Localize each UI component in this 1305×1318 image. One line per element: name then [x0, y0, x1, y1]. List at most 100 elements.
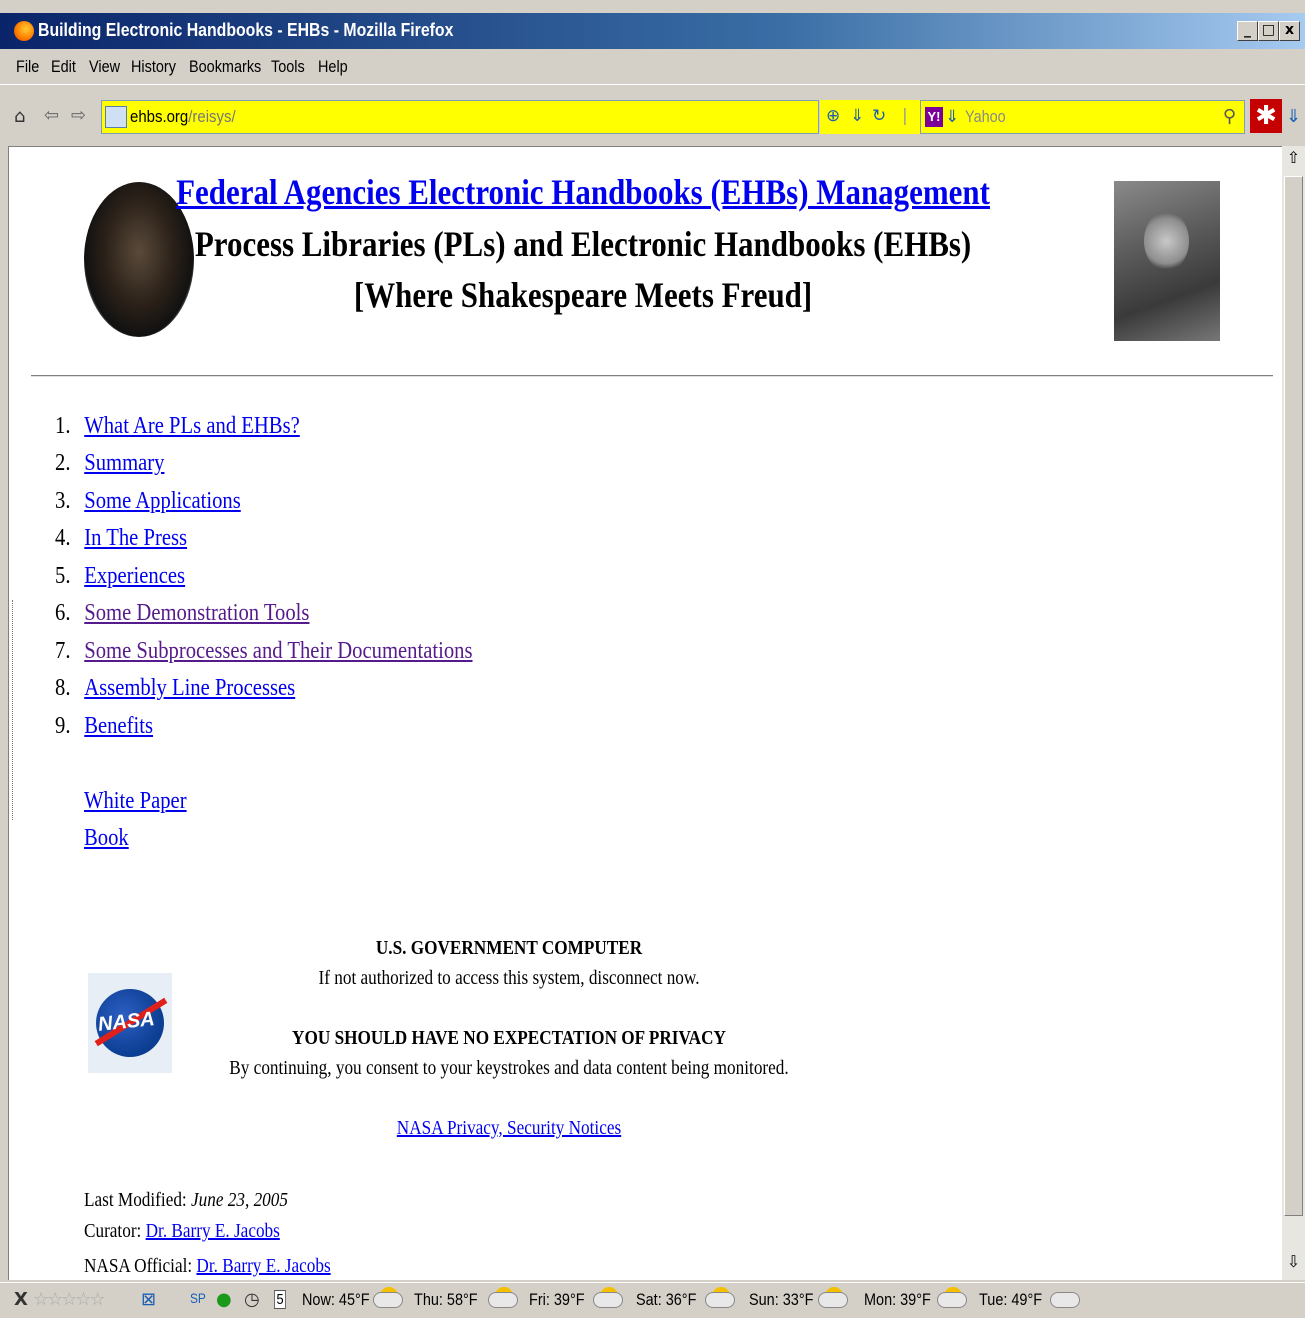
- bookmark-add-icon[interactable]: ⊕: [826, 106, 840, 126]
- menu-file[interactable]: File: [16, 57, 39, 77]
- toc-item: 5. Experiences: [55, 563, 185, 593]
- privacy-warning: By continuing, you consent to your keyst…: [229, 1057, 789, 1079]
- toc-item: 1. What Are PLs and EHBs?: [55, 413, 300, 443]
- scroll-up-icon[interactable]: ⇧: [1284, 148, 1303, 168]
- status-close-icon[interactable]: X: [14, 1289, 28, 1310]
- toc-link[interactable]: Some Demonstration Tools: [84, 600, 309, 626]
- page-favicon-icon: [105, 106, 127, 128]
- addon-star-button[interactable]: ✱: [1250, 99, 1282, 133]
- page-content: Federal Agencies Electronic Handbooks (E…: [8, 146, 1282, 1280]
- address-bar-tools: ⊕ ⇓ ↻ |: [820, 100, 920, 134]
- menu-help[interactable]: Help: [318, 57, 348, 77]
- back-icon[interactable]: ⇦: [44, 105, 59, 126]
- menu-bar: File Edit View History Bookmarks Tools H…: [0, 52, 1305, 82]
- clock-icon[interactable]: ◷: [244, 1289, 260, 1310]
- menu-edit[interactable]: Edit: [51, 57, 76, 77]
- search-icon[interactable]: ⚲: [1223, 106, 1236, 127]
- toc-item: 7. Some Subprocesses and Their Documentat…: [55, 638, 473, 668]
- menu-bookmarks[interactable]: Bookmarks: [189, 57, 261, 77]
- page-title-link[interactable]: Federal Agencies Electronic Handbooks (E…: [9, 171, 1157, 213]
- sidebar-grip[interactable]: [12, 600, 15, 820]
- addon-x-icon[interactable]: ⊠: [141, 1289, 156, 1310]
- menu-history[interactable]: History: [131, 57, 176, 77]
- curator: Curator: Dr. Barry E. Jacobs: [84, 1220, 280, 1243]
- sp-badge[interactable]: SP: [190, 1290, 206, 1306]
- toc-item: 9. Benefits: [55, 713, 153, 743]
- calendar-icon[interactable]: 5: [274, 1290, 287, 1309]
- menu-view[interactable]: View: [89, 57, 120, 77]
- address-path: /reisys/: [188, 107, 236, 126]
- toc-number: 6.: [55, 600, 71, 626]
- toc-link[interactable]: Benefits: [84, 713, 153, 739]
- address-host: ehbs.org: [130, 107, 189, 126]
- menu-tools[interactable]: Tools: [271, 57, 305, 77]
- toc-number: 7.: [55, 638, 71, 664]
- scroll-down-icon[interactable]: ⇩: [1284, 1252, 1303, 1272]
- yahoo-engine-icon[interactable]: Y!: [925, 107, 943, 127]
- weather-sun[interactable]: Sun: 33°F: [749, 1290, 813, 1310]
- toc-item: 8. Assembly Line Processes: [55, 675, 295, 705]
- cloud-icon: [705, 1292, 735, 1308]
- curator-label: Curator:: [84, 1220, 142, 1242]
- scroll-thumb[interactable]: [1284, 176, 1303, 1216]
- book-link[interactable]: Book: [84, 825, 129, 852]
- toc-link[interactable]: What Are PLs and EHBs?: [84, 413, 300, 439]
- vertical-scrollbar[interactable]: ⇧ ⇩: [1282, 146, 1305, 1280]
- go-down-icon[interactable]: ⇓: [850, 106, 864, 126]
- toc-link[interactable]: Assembly Line Processes: [84, 675, 295, 701]
- weather-sat[interactable]: Sat: 36°F: [636, 1290, 696, 1310]
- address-bar[interactable]: ehbs.org/reisys/: [101, 100, 819, 134]
- cloud-icon: [1050, 1292, 1080, 1308]
- title-bar: Building Electronic Handbooks - EHBs - M…: [0, 13, 1305, 49]
- weather-mon[interactable]: Mon: 39°F: [864, 1290, 931, 1310]
- toc-number: 5.: [55, 563, 71, 589]
- last-modified-label: Last Modified:: [84, 1189, 187, 1211]
- toc-number: 9.: [55, 713, 71, 739]
- search-placeholder: Yahoo: [965, 107, 1006, 126]
- cloud-icon: [937, 1292, 967, 1308]
- maximize-button[interactable]: □: [1258, 21, 1279, 41]
- toc-number: 2.: [55, 450, 71, 476]
- weather-thu[interactable]: Thu: 58°F: [414, 1290, 478, 1310]
- cloud-icon: [373, 1292, 403, 1308]
- nasa-official-link[interactable]: Dr. Barry E. Jacobs: [196, 1255, 330, 1277]
- green-status-icon[interactable]: ●: [216, 1289, 232, 1310]
- rating-stars-icon[interactable]: ☆☆☆☆☆: [33, 1289, 106, 1310]
- toc-link[interactable]: In The Press: [84, 525, 187, 551]
- address-text[interactable]: ehbs.org/reisys/: [130, 107, 236, 127]
- weather-fri[interactable]: Fri: 39°F: [529, 1290, 585, 1310]
- weather-tue[interactable]: Tue: 49°F: [979, 1290, 1042, 1310]
- page-tagline: [Where Shakespeare Meets Freud]: [353, 275, 813, 315]
- toc-link[interactable]: Summary: [84, 450, 164, 476]
- page-title-link-text[interactable]: Federal Agencies Electronic Handbooks (E…: [176, 172, 990, 212]
- curator-link[interactable]: Dr. Barry E. Jacobs: [146, 1220, 280, 1242]
- toc-link[interactable]: Experiences: [84, 563, 185, 589]
- cloud-icon: [593, 1292, 623, 1308]
- divider: [31, 375, 1273, 377]
- toc-item: 3. Some Applications: [55, 488, 241, 518]
- search-box[interactable]: Y! ⇓ Yahoo ⚲: [920, 100, 1245, 134]
- nasa-official-label: NASA Official:: [84, 1255, 193, 1277]
- toc-number: 3.: [55, 488, 71, 514]
- toc-link[interactable]: Some Subprocesses and Their Documentatio…: [84, 638, 472, 664]
- gov-warning: If not authorized to access this system,…: [318, 967, 700, 989]
- toc-link[interactable]: Some Applications: [84, 488, 241, 514]
- forward-icon[interactable]: ⇨: [71, 105, 86, 126]
- firefox-icon: [14, 21, 34, 41]
- gov-heading: U.S. GOVERNMENT COMPUTER: [375, 937, 643, 959]
- toc-number: 1.: [55, 413, 71, 439]
- close-button[interactable]: x: [1279, 21, 1300, 41]
- minimize-button[interactable]: _: [1237, 21, 1258, 41]
- nasa-privacy-link[interactable]: NASA Privacy, Security Notices: [397, 1117, 621, 1139]
- privacy-heading: YOU SHOULD HAVE NO EXPECTATION OF PRIVAC…: [292, 1027, 726, 1049]
- engine-dropdown-icon[interactable]: ⇓: [945, 107, 959, 127]
- nasa-notices: NASA Privacy, Security Notices: [79, 1117, 939, 1140]
- toolbar-overflow-icon[interactable]: ⇓: [1286, 106, 1301, 127]
- weather-now[interactable]: Now: 45°F: [302, 1290, 370, 1310]
- reload-icon[interactable]: ↻: [872, 106, 886, 126]
- home-icon[interactable]: ⌂: [14, 106, 25, 127]
- cloud-icon: [818, 1292, 848, 1308]
- browser-window: Building Electronic Handbooks - EHBs - M…: [0, 0, 1305, 1318]
- nasa-official: NASA Official: Dr. Barry E. Jacobs: [84, 1255, 331, 1278]
- white-paper-link[interactable]: White Paper: [84, 788, 187, 815]
